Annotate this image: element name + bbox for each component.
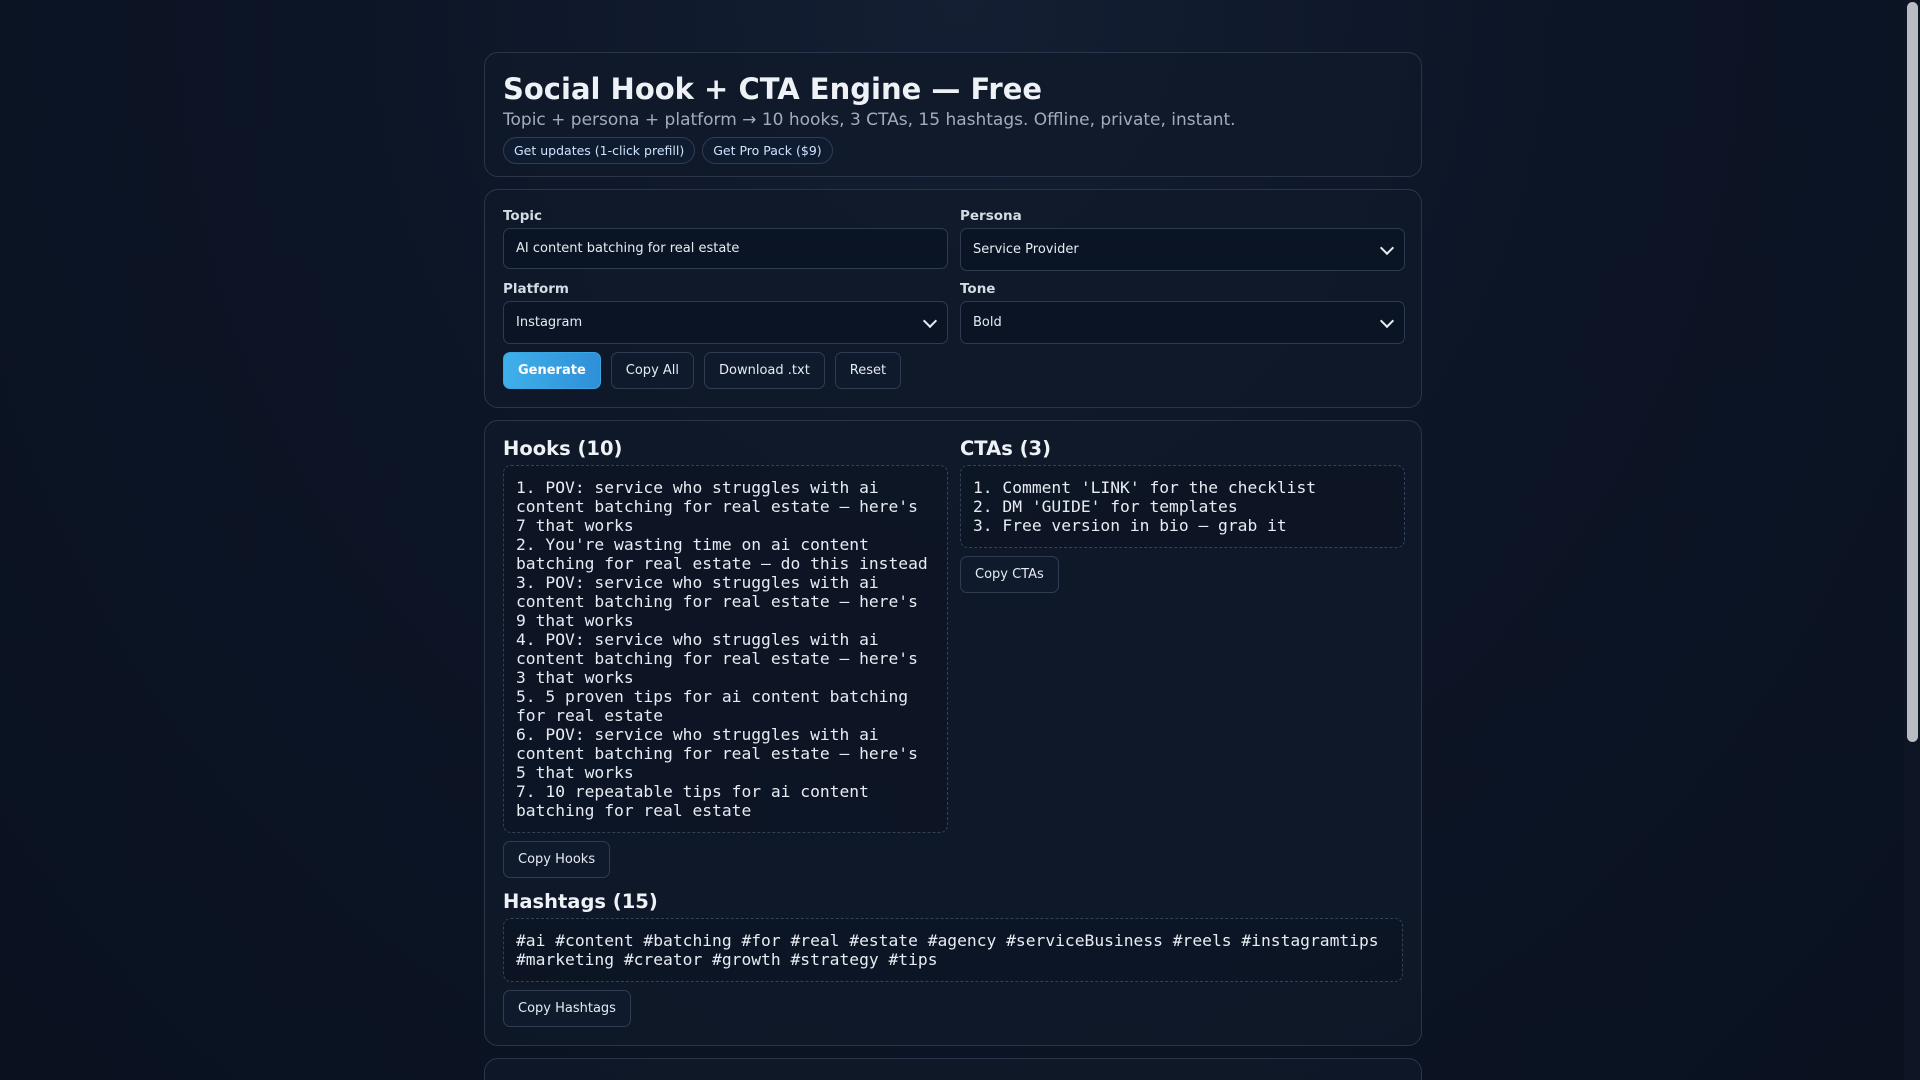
ctas-output: 1. Comment 'LINK' for the checklist 2. D… bbox=[960, 465, 1405, 548]
footer-card bbox=[484, 1058, 1422, 1080]
generate-button[interactable]: Generate bbox=[503, 352, 601, 389]
copy-hashtags-button[interactable]: Copy Hashtags bbox=[503, 990, 631, 1027]
copy-ctas-button[interactable]: Copy CTAs bbox=[960, 556, 1059, 593]
chevron-down-icon bbox=[1379, 240, 1395, 255]
get-pro-pack-link[interactable]: Get Pro Pack ($9) bbox=[702, 137, 833, 164]
persona-label: Persona bbox=[960, 208, 1022, 224]
ctas-section: CTAs (3) 1. Comment 'LINK' for the check… bbox=[960, 437, 1405, 878]
hashtags-output: #ai #content #batching #for #real #estat… bbox=[503, 918, 1403, 982]
tone-label: Tone bbox=[960, 281, 996, 297]
tone-field: Tone Bold bbox=[960, 281, 1405, 344]
get-updates-link[interactable]: Get updates (1-click prefill) bbox=[503, 137, 696, 164]
hashtags-heading: Hashtags (15) bbox=[503, 890, 658, 913]
input-grid: Topic AI content batching for real estat… bbox=[503, 208, 1405, 344]
chevron-down-icon bbox=[1379, 313, 1395, 328]
reset-button[interactable]: Reset bbox=[834, 352, 902, 389]
results-card: Hooks (10) 1. POV: service who struggles… bbox=[484, 420, 1422, 1046]
hook-item: 1. POV: service who struggles with ai co… bbox=[516, 478, 918, 535]
header-card: Social Hook + CTA Engine — Free Topic + … bbox=[484, 52, 1422, 177]
platform-label: Platform bbox=[503, 281, 569, 297]
chevron-down-icon bbox=[922, 313, 938, 328]
hook-item: 6. POV: service who struggles with ai co… bbox=[516, 725, 918, 782]
copy-hooks-button[interactable]: Copy Hooks bbox=[503, 841, 611, 878]
hooks-output: 1. POV: service who struggles with ai co… bbox=[503, 465, 948, 833]
ctas-heading: CTAs (3) bbox=[960, 437, 1051, 460]
hooks-heading: Hooks (10) bbox=[503, 437, 623, 460]
hook-item: 7. 10 repeatable tips for ai content bat… bbox=[516, 782, 869, 820]
app-container: Social Hook + CTA Engine — Free Topic + … bbox=[484, 52, 1422, 1080]
page-scrollbar[interactable] bbox=[1904, 0, 1920, 1080]
cta-item: 1. Comment 'LINK' for the checklist bbox=[973, 478, 1317, 497]
hashtags-section: Hashtags (15) #ai #content #batching #fo… bbox=[503, 890, 1403, 1027]
download-txt-button[interactable]: Download .txt bbox=[704, 352, 825, 389]
hook-item: 3. POV: service who struggles with ai co… bbox=[516, 573, 918, 630]
page-subtitle: Topic + persona + platform → 10 hooks, 3… bbox=[503, 110, 1236, 130]
topic-label: Topic bbox=[503, 208, 542, 224]
platform-select-value: Instagram bbox=[516, 315, 583, 330]
page-title: Social Hook + CTA Engine — Free bbox=[503, 72, 1043, 106]
topic-input-value: AI content batching for real estate bbox=[516, 241, 740, 256]
scrollbar-thumb[interactable] bbox=[1907, 2, 1918, 742]
hook-item: 4. POV: service who struggles with ai co… bbox=[516, 630, 918, 687]
persona-field: Persona Service Provider bbox=[960, 208, 1405, 271]
hook-item: 2. You're wasting time on ai content bat… bbox=[516, 535, 928, 573]
cta-item: 2. DM 'GUIDE' for templates bbox=[973, 497, 1238, 516]
tone-select[interactable]: Bold bbox=[960, 301, 1405, 344]
topic-field: Topic AI content batching for real estat… bbox=[503, 208, 948, 271]
persona-select[interactable]: Service Provider bbox=[960, 228, 1405, 271]
platform-field: Platform Instagram bbox=[503, 281, 948, 344]
persona-select-value: Service Provider bbox=[973, 242, 1079, 257]
hooks-section: Hooks (10) 1. POV: service who struggles… bbox=[503, 437, 948, 878]
header-links: Get updates (1-click prefill) Get Pro Pa… bbox=[503, 137, 1403, 164]
hook-item: 5. 5 proven tips for ai content batching… bbox=[516, 687, 909, 725]
action-buttons: Generate Copy All Download .txt Reset bbox=[503, 352, 1403, 389]
platform-select[interactable]: Instagram bbox=[503, 301, 948, 344]
input-card: Topic AI content batching for real estat… bbox=[484, 189, 1422, 408]
tone-select-value: Bold bbox=[973, 315, 1002, 330]
cta-item: 3. Free version in bio — grab it bbox=[973, 516, 1287, 535]
results-grid: Hooks (10) 1. POV: service who struggles… bbox=[503, 437, 1405, 878]
copy-all-button[interactable]: Copy All bbox=[610, 352, 695, 389]
topic-input[interactable]: AI content batching for real estate bbox=[503, 228, 948, 269]
